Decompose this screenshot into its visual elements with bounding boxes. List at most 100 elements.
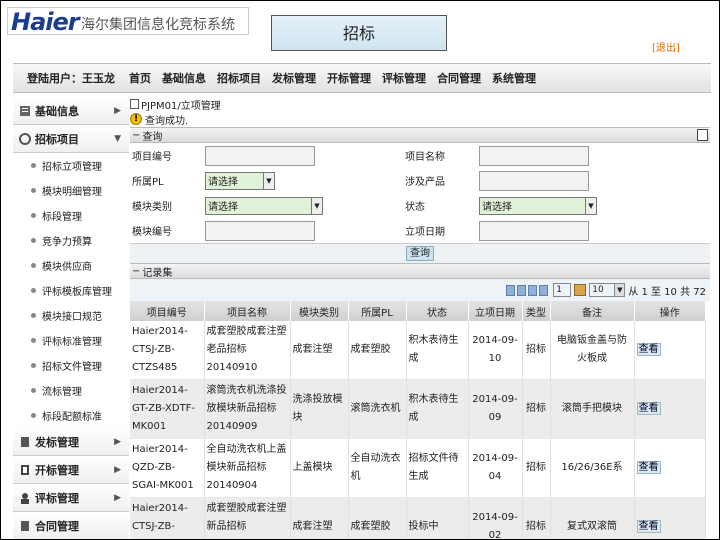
sidebar-item-label: 评标标准管理	[42, 337, 102, 348]
sidebar-item[interactable]: 招标立项管理	[13, 153, 129, 178]
module-type-value: 请选择	[208, 202, 238, 213]
view-button[interactable]: 查看	[636, 402, 661, 415]
dropdown-arrow-icon: ▼	[263, 172, 274, 189]
nav-system[interactable]: 系统管理	[492, 70, 536, 86]
header: Haier 海尔集团信息化竞标系统 招标 [退出]	[1, 1, 719, 63]
next-page-icon[interactable]	[528, 284, 538, 296]
sidebar-item[interactable]: 评标标准管理	[13, 328, 129, 353]
export-icon[interactable]	[697, 129, 708, 141]
sidebar-item-label: 模块接口规范	[42, 312, 102, 323]
sidebar-item-label: 模块明细管理	[42, 187, 102, 198]
nav-bid-evaluation[interactable]: 评标管理	[382, 70, 426, 86]
first-page-icon[interactable]	[506, 284, 516, 296]
label-project-no: 项目编号	[132, 152, 172, 163]
sidebar-section-bid-issue[interactable]: 发标管理 ▶	[13, 428, 129, 456]
nav-basic-info[interactable]: 基础信息	[162, 70, 206, 86]
cell-date: 2014-09-04	[468, 438, 523, 498]
table-row: Haier2014-GT-ZB-XDTF-MK001 滚筒洗衣机洗涤投放模块新品…	[130, 379, 706, 439]
col-module-type[interactable]: 模块类别	[290, 301, 349, 321]
info-icon: !	[130, 113, 142, 125]
view-button[interactable]: 查看	[636, 461, 661, 474]
state-select-value: 请选择	[482, 202, 512, 213]
sidebar-item[interactable]: 标段配额标准	[13, 403, 129, 428]
sidebar-item[interactable]: 模块供应商	[13, 253, 129, 278]
open-icon	[19, 464, 31, 476]
page-input[interactable]: 1	[553, 283, 572, 297]
cell-project-no: Haier2014-GT-ZB-XDTF-MK001	[130, 379, 205, 439]
cell-pl: 成套塑胶	[348, 497, 407, 539]
logout-link[interactable]: [退出]	[652, 39, 680, 54]
cell-note: 电脑钣金盖与防火板成	[550, 321, 635, 380]
product-input[interactable]	[479, 170, 589, 191]
label-product: 涉及产品	[405, 177, 445, 188]
contract-icon	[19, 520, 31, 532]
col-kind[interactable]: 类型	[522, 301, 551, 321]
sidebar-section-bid-evaluation[interactable]: 评标管理 ▶	[13, 484, 129, 512]
cell-date: 2014-09-10	[468, 321, 523, 380]
col-date[interactable]: 立项日期	[468, 301, 523, 321]
cell-pl: 全自动洗衣机	[348, 438, 407, 498]
pl-select[interactable]: 请选择 ▼	[205, 171, 275, 190]
bullet-icon	[31, 313, 36, 318]
project-no-input[interactable]	[205, 145, 315, 166]
collapse-icon: −	[132, 129, 141, 141]
refresh-icon[interactable]	[574, 284, 587, 296]
sidebar-item-label: 招标文件管理	[42, 362, 102, 373]
sidebar-item[interactable]: 模块接口规范	[13, 303, 129, 328]
col-project-name[interactable]: 项目名称	[204, 301, 291, 321]
sidebar-section-bid-opening[interactable]: 开标管理 ▶	[13, 456, 129, 484]
nav-bid-opening[interactable]: 开标管理	[327, 70, 371, 86]
sidebar-item[interactable]: 评标模板库管理	[13, 278, 129, 303]
cell-state: 招标文件待生成	[406, 438, 469, 498]
page-size-value: 10	[592, 285, 604, 295]
sidebar-item-label: 标段管理	[42, 212, 82, 223]
col-pl[interactable]: 所属PL	[348, 301, 407, 321]
haier-logo: Haier	[11, 8, 80, 36]
sidebar-section-contract[interactable]: 合同管理	[13, 512, 129, 539]
cell-note: 复式双滚筒	[550, 497, 635, 539]
last-page-icon[interactable]	[539, 284, 549, 296]
records-section-title: 记录集	[142, 267, 173, 279]
cell-note: 滚筒手把模块	[550, 379, 635, 439]
view-button[interactable]: 查看	[636, 343, 661, 356]
col-note[interactable]: 备注	[550, 301, 635, 321]
date-input[interactable]	[479, 220, 589, 241]
chevron-right-icon: ▶	[114, 465, 121, 475]
cell-kind: 招标	[522, 379, 551, 439]
bullet-icon	[31, 413, 36, 418]
sidebar-item[interactable]: 标段管理	[13, 203, 129, 228]
nav-contract[interactable]: 合同管理	[437, 70, 481, 86]
query-button[interactable]: 查询	[406, 246, 434, 261]
col-state[interactable]: 状态	[406, 301, 469, 321]
sidebar-item[interactable]: 招标文件管理	[13, 353, 129, 378]
sidebar-item[interactable]: 模块明细管理	[13, 178, 129, 203]
sidebar-section-tender-project[interactable]: 招标项目 ▼	[13, 125, 129, 153]
dropdown-arrow-icon: ▼	[585, 197, 596, 214]
view-button[interactable]: 查看	[636, 520, 661, 533]
page-icon	[130, 99, 139, 109]
nav-home[interactable]: 首页	[129, 70, 151, 86]
module-type-select[interactable]: 请选择 ▼	[205, 196, 323, 215]
project-name-input[interactable]	[479, 145, 589, 166]
page-size-select[interactable]: 10 ▼	[589, 283, 626, 297]
nav-bid-issue[interactable]: 发标管理	[272, 70, 316, 86]
cell-project-no: Haier2014-CTSJ-ZB-CTZS485	[130, 321, 205, 380]
prev-page-icon[interactable]	[517, 284, 527, 296]
cell-module-type: 洗涤投放模块	[290, 379, 349, 439]
sidebar-section-basic-info[interactable]: 基础信息 ▶	[13, 97, 129, 125]
cell-project-name: 成套塑胶成套注塑老品招标20140910	[204, 321, 291, 380]
module-no-input[interactable]	[205, 220, 315, 241]
records-section-bar[interactable]: − 记录集	[130, 263, 710, 279]
query-section-bar[interactable]: − 查询	[130, 127, 710, 143]
sidebar-item[interactable]: 流标管理	[13, 378, 129, 403]
nav-tender-project[interactable]: 招标项目	[217, 70, 261, 86]
cell-action: 查看	[634, 379, 706, 439]
cell-project-name: 滚筒洗衣机洗涤投放模块新品招标20140909	[204, 379, 291, 439]
pl-select-value: 请选择	[208, 177, 238, 188]
cell-state: 积木表待生成	[406, 379, 469, 439]
sidebar-item[interactable]: 竞争力预算	[13, 228, 129, 253]
col-project-no[interactable]: 项目编号	[130, 301, 205, 321]
cell-module-type: 上盖模块	[290, 438, 349, 498]
state-select[interactable]: 请选择 ▼	[479, 196, 597, 215]
label-project-name: 项目名称	[405, 152, 445, 163]
